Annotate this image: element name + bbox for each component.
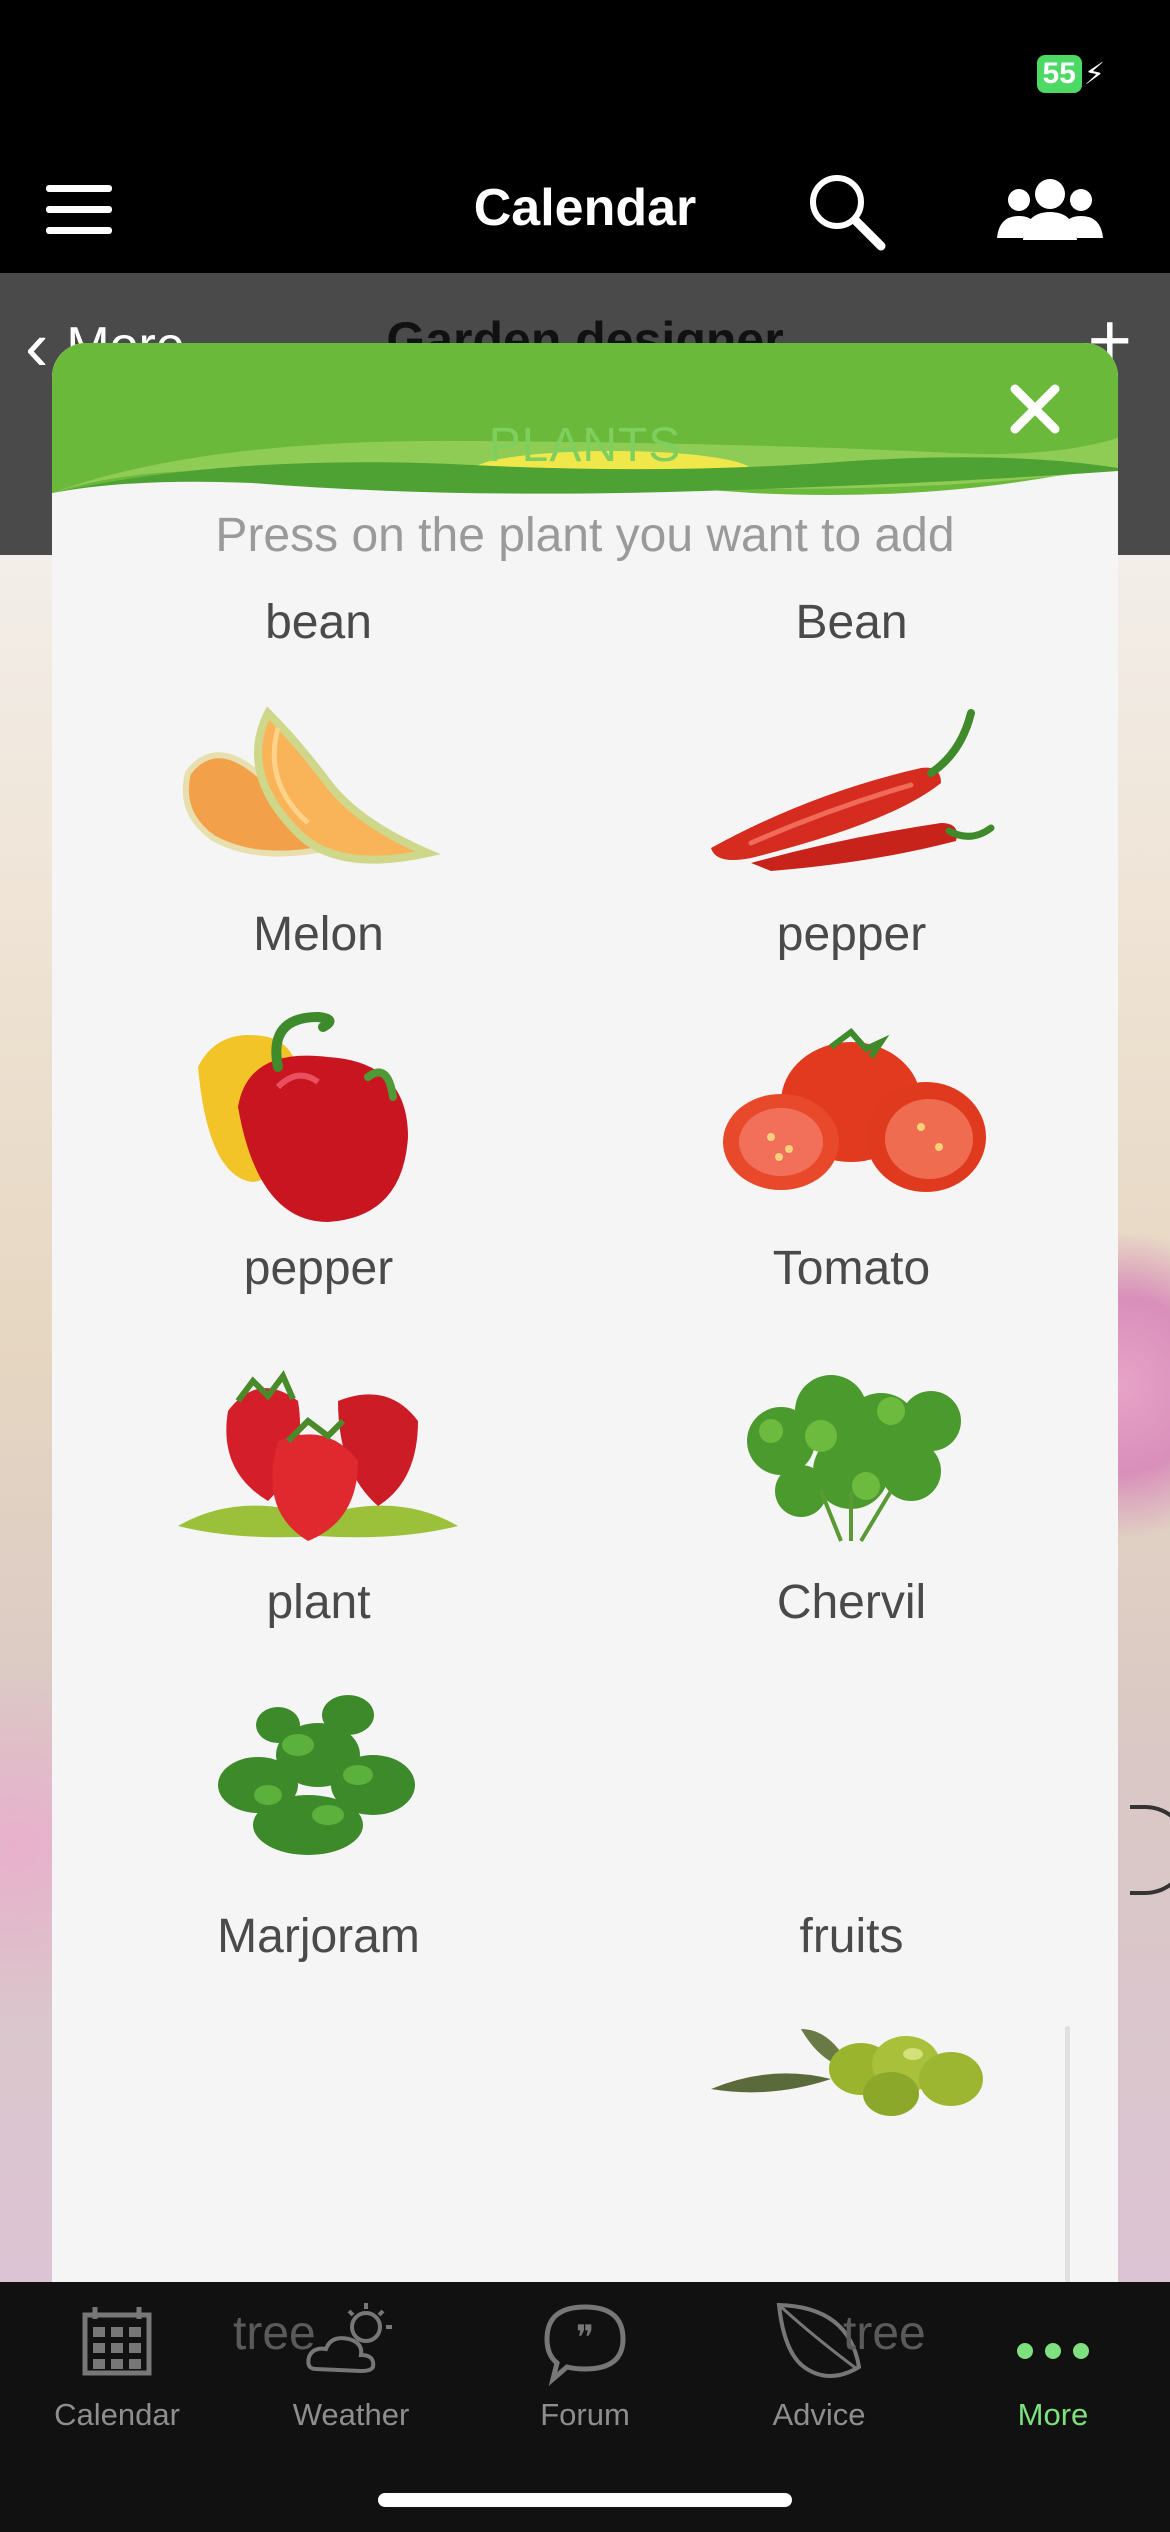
chat-bubble-icon: ❞ [544, 2304, 626, 2387]
battery-indicator: 55 ⚡ [1036, 55, 1105, 93]
tab-label: Calendar [54, 2397, 180, 2432]
top-bar: Calendar [0, 140, 1170, 273]
tab-weather[interactable]: Weather [234, 2282, 468, 2442]
tab-forum[interactable]: ❞ Forum [468, 2282, 702, 2442]
plant-label: Chervil [776, 1576, 927, 1629]
marjoram-image [218, 1695, 415, 1855]
tab-label: Forum [540, 2397, 630, 2432]
olive-image [711, 2029, 983, 2116]
tab-label: Weather [292, 2397, 410, 2432]
charging-bolt-icon: ⚡ [1083, 57, 1105, 91]
tomato-image [723, 1027, 986, 1192]
battery-level: 55 [1036, 55, 1082, 93]
status-bar: 55 ⚡ [0, 0, 1170, 140]
plant-label: pepper [776, 908, 927, 961]
tab-label: More [1017, 2397, 1089, 2432]
modal-title: PLANTS [488, 419, 682, 472]
modal-scrollbar[interactable] [1065, 2026, 1070, 2326]
modal-instruction: Press on the plant you want to add [215, 509, 955, 562]
plant-label: Marjoram [217, 1910, 420, 1963]
cloud-sun-icon [306, 2303, 392, 2374]
plant-label: Melon [253, 908, 384, 961]
tab-label: Advice [772, 2397, 866, 2432]
plant-label: pepper [243, 1242, 394, 1295]
leaf-icon [776, 2302, 862, 2378]
tab-calendar[interactable]: Calendar [0, 2282, 234, 2442]
plant-label: plant [266, 1576, 371, 1629]
tab-advice[interactable]: Advice [702, 2282, 936, 2442]
strawberry-image [178, 1370, 458, 1541]
search-icon[interactable] [805, 170, 887, 252]
tab-more[interactable]: More [936, 2282, 1170, 2442]
plant-label: bean [265, 596, 372, 649]
community-icon[interactable] [995, 170, 1105, 250]
dots-icon [1017, 2343, 1089, 2359]
chili-pepper-image [711, 709, 995, 871]
plant-label: fruits [799, 1910, 904, 1963]
chervil-image [747, 1375, 961, 1543]
svg-text:❞: ❞ [576, 2318, 594, 2358]
canvas-handle [1130, 1805, 1170, 1895]
plant-label: Bean [795, 596, 908, 649]
melon-image [182, 706, 441, 864]
bell-pepper-image [198, 1011, 408, 1222]
calendar-grid-icon [82, 2307, 152, 2376]
plant-label: Tomato [772, 1242, 931, 1295]
plants-modal: PLANTS Press on the plant you want to ad… [52, 343, 1118, 2358]
home-indicator[interactable] [378, 2493, 792, 2507]
